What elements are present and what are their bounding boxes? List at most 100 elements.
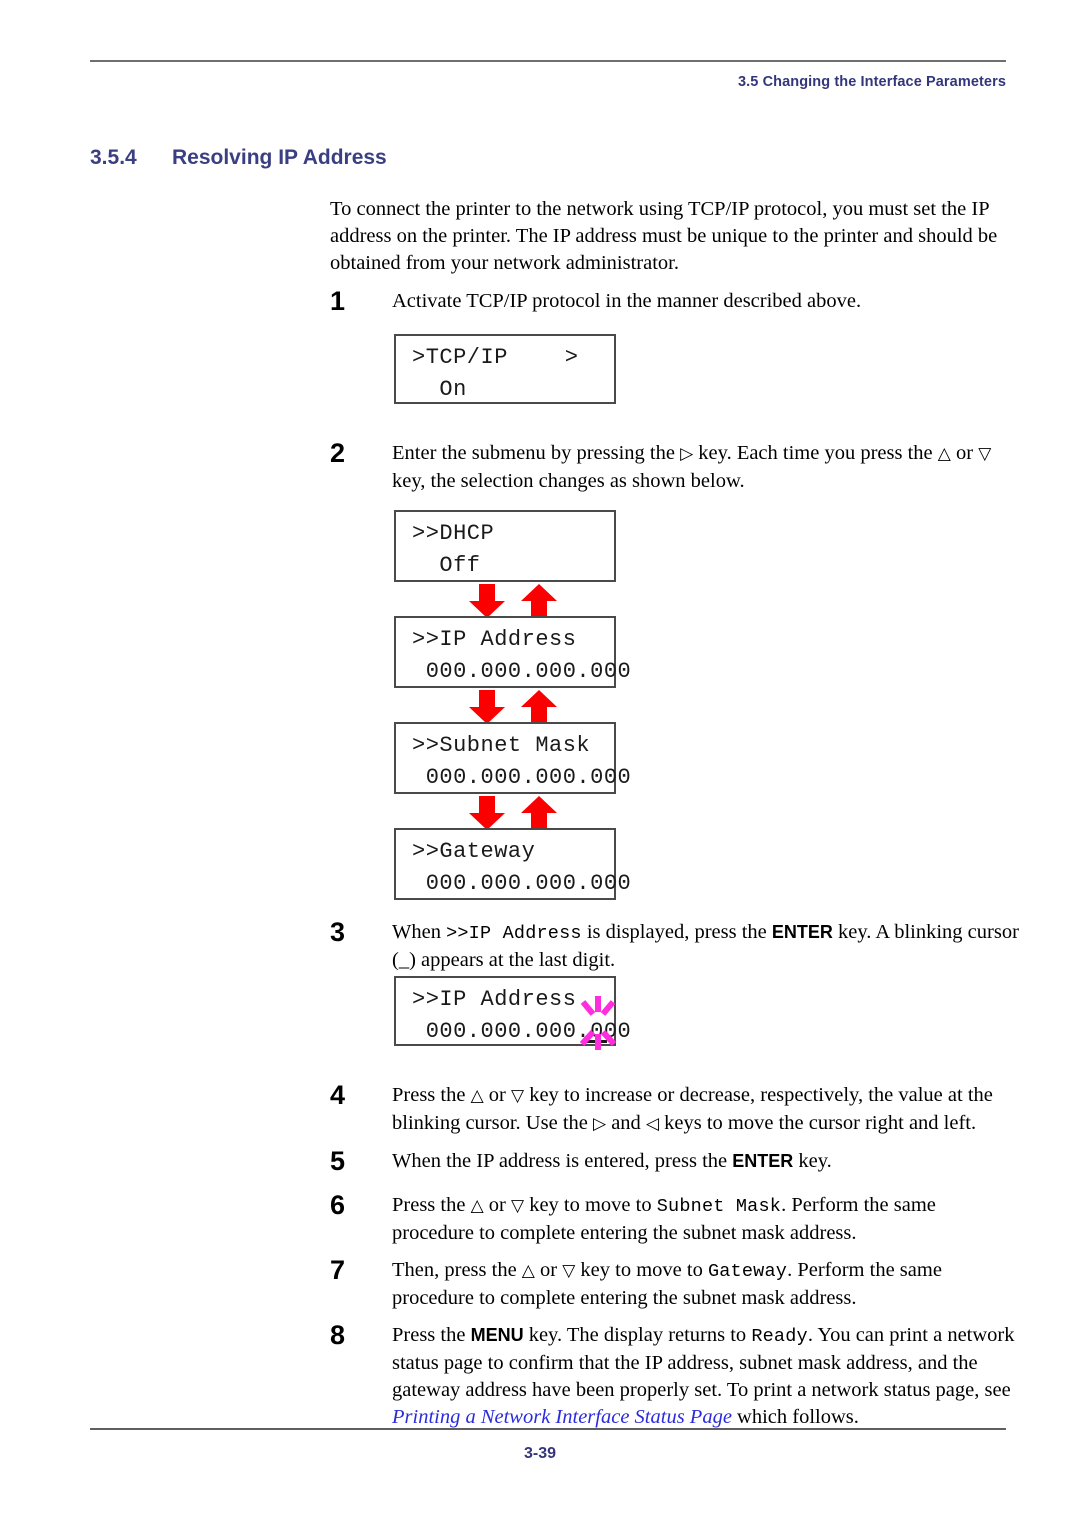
arrow-up-icon [521, 796, 557, 830]
lcd-panel-gateway: >>Gateway 000.000.000.000 [394, 828, 631, 900]
arrow-up-icon [521, 690, 557, 724]
arrow-pair-icon [469, 584, 557, 618]
menu-key-label: MENU [470, 1325, 524, 1345]
arrow-down-key-icon: ▽ [510, 1086, 525, 1106]
step-text-part: is displayed, press the [581, 921, 772, 943]
transition-arrows-ip-to-subnet [460, 690, 570, 724]
lcd-line-2: Off [412, 553, 481, 578]
footer-rule [90, 1428, 1006, 1430]
arrow-pair-icon [469, 690, 557, 724]
step-text-part: and [606, 1112, 646, 1134]
arrow-down-key-icon: ▽ [562, 1261, 576, 1281]
step-text-part: key to move to [575, 1259, 708, 1281]
step-text-part: which follows. [731, 1406, 859, 1428]
arrow-down-key-icon: ▽ [510, 1196, 525, 1216]
menu-path-literal: Subnet Mask [656, 1196, 782, 1217]
step-text-part: or [483, 1194, 511, 1216]
step-text: Press the △ or ▽ key to increase or decr… [392, 1082, 1020, 1138]
step-text-part: key. Each time you press the [693, 442, 938, 464]
lcd-panel-subnet-mask: >>Subnet Mask 000.000.000.000 [394, 722, 631, 794]
lcd-panel-ip-address: >>IP Address 000.000.000.000 [394, 616, 631, 688]
step-text-part: Then, press the [392, 1259, 522, 1281]
lcd-line-2: On [412, 377, 467, 402]
transition-arrows-subnet-to-gateway [460, 796, 570, 830]
step-text-part: When [392, 921, 447, 943]
lcd-line-1: >>Gateway [412, 839, 536, 864]
step-number: 2 [330, 438, 346, 468]
step-number: 5 [330, 1146, 346, 1176]
step-5: 5 When the IP address is entered, press … [330, 1148, 1020, 1175]
step-3: 3 When >>IP Address is displayed, press … [330, 919, 1020, 974]
step-number: 3 [330, 917, 346, 947]
step-8: 8 Press the MENU key. The display return… [330, 1322, 1020, 1431]
step-text-part: key. [793, 1150, 832, 1172]
step-text-part: When the IP address is entered, press th… [392, 1150, 733, 1172]
lcd-submenu-marker: > [564, 345, 578, 370]
step-text: Then, press the △ or ▽ key to move to Ga… [392, 1257, 1020, 1312]
step-4: 4 Press the △ or ▽ key to increase or de… [330, 1082, 1020, 1138]
lcd-line-2: 000.000.000.000 [412, 659, 632, 684]
step-1: 1 Activate TCP/IP protocol in the manner… [330, 288, 1020, 315]
arrow-right-key-icon: ▷ [680, 444, 694, 464]
step-text-part: or [483, 1084, 511, 1106]
page-title: Resolving IP Address [172, 146, 387, 169]
arrow-up-icon [521, 584, 557, 618]
step-text-part: Press the [392, 1324, 471, 1346]
enter-key-label: ENTER [771, 922, 833, 942]
blinking-cursor-underline [587, 1040, 607, 1043]
step-text-part: key, the selection changes as shown belo… [392, 470, 745, 492]
step-number: 6 [330, 1190, 346, 1220]
arrow-up-key-icon: △ [937, 444, 951, 464]
arrow-up-key-icon: △ [521, 1261, 535, 1281]
lcd-line-2: 000.000.000.000 [412, 871, 632, 896]
arrow-left-key-icon: ◁ [645, 1114, 660, 1134]
step-number: 7 [330, 1255, 346, 1285]
lcd-line-1: >TCP/IP [412, 345, 508, 370]
lcd-panel-tcpip: >TCP/IP > On [394, 334, 616, 404]
arrow-down-icon [469, 690, 505, 724]
step-text-part: Enter the submenu by pressing the [392, 442, 681, 464]
document-page: 3.5 Changing the Interface Parameters 3.… [0, 0, 1080, 1528]
lcd-panel-ip-address-blinking: >>IP Address 000.000.000.000 [394, 976, 631, 1046]
section-number: 3.5.4 [90, 146, 137, 169]
step-text-part: Press the [392, 1194, 471, 1216]
lcd-line-1: >>IP Address [412, 987, 577, 1012]
step-2: 2 Enter the submenu by pressing the ▷ ke… [330, 440, 1020, 495]
lcd-panel-dhcp: >>DHCP Off [394, 510, 616, 582]
step-text-part: or [950, 442, 979, 464]
step-text-part: keys to move the cursor right and left. [659, 1112, 977, 1134]
lcd-line-2: 000.000.000.000 [412, 765, 632, 790]
step-text-part: Press the [392, 1084, 471, 1106]
arrow-down-key-icon: ▽ [978, 444, 992, 464]
step-text: Press the MENU key. The display returns … [392, 1322, 1020, 1431]
step-text: Activate TCP/IP protocol in the manner d… [392, 290, 862, 312]
step-text-part: or [534, 1259, 563, 1281]
arrow-right-key-icon: ▷ [593, 1114, 607, 1134]
step-text-part: key to move to [524, 1194, 657, 1216]
menu-path-literal: Gateway [707, 1261, 788, 1282]
arrow-down-icon [469, 796, 505, 830]
page-number: 3-39 [523, 1445, 557, 1462]
lcd-line-1: >>DHCP [412, 521, 495, 546]
arrow-pair-icon [469, 796, 557, 830]
running-head: 3.5 Changing the Interface Parameters [737, 74, 1006, 90]
menu-path-literal: >>IP Address [446, 923, 582, 944]
step-text: Press the △ or ▽ key to move to Subnet M… [392, 1192, 1020, 1247]
header-rule [90, 60, 1006, 62]
step-text-part: key. The display returns to [523, 1324, 752, 1346]
step-text: When the IP address is entered, press th… [392, 1148, 1020, 1175]
arrow-down-icon [469, 584, 505, 618]
step-number: 8 [330, 1320, 346, 1350]
cross-reference-link[interactable]: Printing a Network Interface Status Page [392, 1406, 732, 1428]
lcd-line-1: >>IP Address [412, 627, 577, 652]
arrow-up-key-icon: △ [470, 1086, 484, 1106]
transition-arrows-dhcp-to-ip [460, 584, 570, 618]
status-literal: Ready [751, 1326, 808, 1347]
step-7: 7 Then, press the △ or ▽ key to move to … [330, 1257, 1020, 1312]
enter-key-label: ENTER [732, 1151, 794, 1171]
step-number: 1 [330, 286, 346, 316]
step-6: 6 Press the △ or ▽ key to move to Subnet… [330, 1192, 1020, 1247]
step-number: 4 [330, 1080, 346, 1110]
step-text: When >>IP Address is displayed, press th… [392, 919, 1020, 974]
arrow-up-key-icon: △ [470, 1196, 484, 1216]
